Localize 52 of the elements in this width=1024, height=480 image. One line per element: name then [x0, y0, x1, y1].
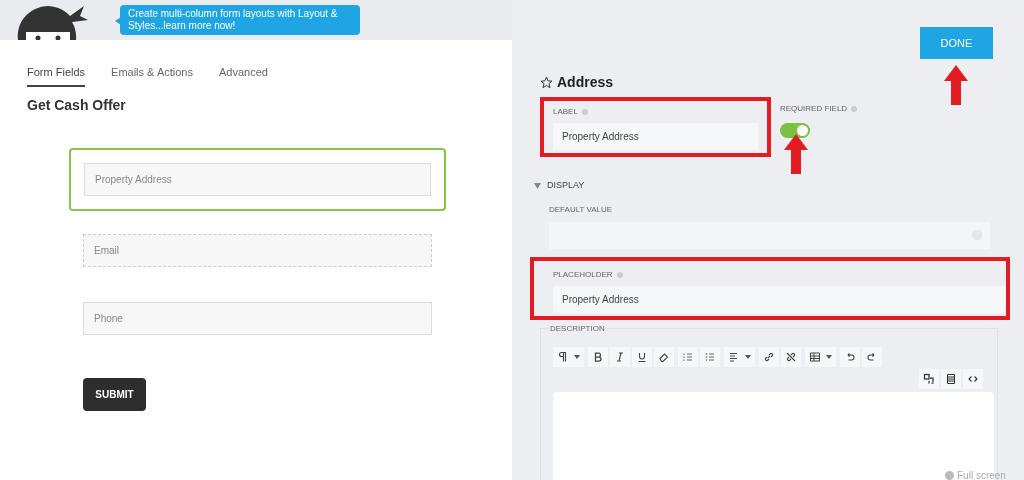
arrow-annotation	[784, 134, 808, 174]
tab[interactable]: Form Fields	[27, 64, 86, 87]
underline-button[interactable]	[632, 346, 652, 367]
field-caption: REQUIRED FIELD	[780, 103, 848, 115]
dropdown-caret-icon[interactable]	[574, 354, 580, 359]
tab[interactable]: Emails & Actions	[111, 64, 193, 87]
arrow-annotation	[944, 65, 968, 105]
dropdown-caret-icon[interactable]	[826, 354, 832, 359]
field-caption: DEFAULT VALUE	[549, 203, 614, 216]
eraser-icon	[658, 350, 670, 363]
align-left-button[interactable]	[724, 346, 755, 367]
tooltip-pointer-icon	[115, 17, 121, 25]
align-left-icon	[728, 350, 740, 363]
paragraph-icon	[557, 350, 569, 363]
unlink-icon	[785, 350, 797, 363]
bold-button[interactable]	[588, 346, 608, 367]
field-caption: PLACEHOLDER	[553, 268, 613, 281]
star-icon[interactable]	[540, 76, 553, 89]
italic-button[interactable]	[610, 346, 630, 367]
table-button[interactable]	[805, 346, 836, 367]
submit-button[interactable]: SUBMIT	[83, 377, 146, 411]
input-field[interactable]: Property Address	[553, 285, 1006, 313]
input-field[interactable]: Property Address	[84, 162, 431, 196]
numbered-list-icon	[682, 350, 694, 363]
rows-button[interactable]	[941, 368, 961, 389]
tab[interactable]: Advanced	[219, 64, 268, 87]
italic-icon	[614, 350, 626, 363]
media-button[interactable]	[919, 368, 939, 389]
selected-field-frame[interactable]: Property Address	[69, 147, 446, 211]
field-caption: LABEL	[553, 106, 578, 118]
table-icon	[809, 350, 821, 363]
redo-button[interactable]	[862, 346, 882, 367]
section-heading[interactable]: DISPLAY	[547, 179, 585, 193]
input-field[interactable]: Property Address	[553, 123, 758, 150]
dropdown-caret-icon[interactable]	[745, 354, 751, 359]
unlink-button[interactable]	[781, 346, 801, 367]
eraser-button[interactable]	[654, 346, 674, 367]
collapse-caret-icon[interactable]	[534, 182, 541, 189]
underline-icon	[636, 350, 648, 363]
form-title: Get Cash Offer	[27, 95, 127, 115]
link-button[interactable]	[759, 346, 779, 367]
media-icon	[923, 372, 935, 385]
undo-button[interactable]	[840, 346, 860, 367]
bullet-list-icon	[704, 350, 716, 363]
paragraph-button[interactable]	[553, 346, 584, 367]
rows-icon	[945, 372, 957, 385]
field-title: Address	[557, 73, 614, 92]
input-field[interactable]: Phone	[83, 301, 432, 335]
bold-icon	[592, 350, 604, 363]
link-icon	[763, 350, 775, 363]
toggle-switch[interactable]	[780, 123, 810, 138]
input-field[interactable]: Email	[83, 233, 432, 267]
